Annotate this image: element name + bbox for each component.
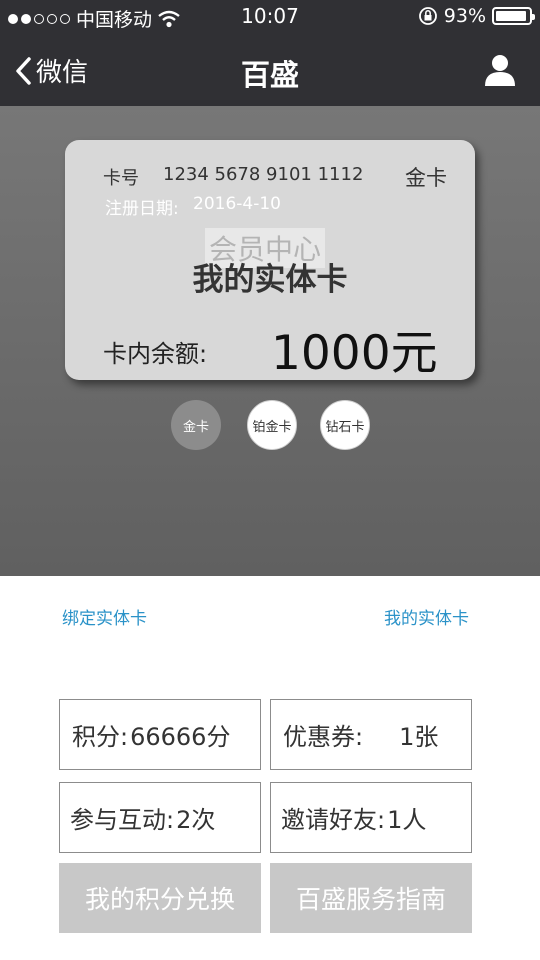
bind-card-link[interactable]: 绑定实体卡 [62, 604, 147, 629]
points-box[interactable]: 积分: 66666分 [59, 699, 261, 770]
card-level-switcher: 金卡 铂金卡 钻石卡 [0, 400, 540, 450]
rotation-lock-icon [418, 7, 437, 25]
battery-cap [532, 14, 535, 20]
card-number-label: 卡号 [103, 168, 139, 189]
card-links: 绑定实体卡 我的实体卡 [0, 604, 540, 629]
battery-fill [496, 11, 526, 21]
card-title: 我的实体卡 [192, 262, 348, 298]
nav-bar: 微信 百盛 [0, 34, 540, 106]
invites-value: 1人 [387, 806, 427, 834]
battery-icon [492, 7, 535, 25]
status-right: 93% [418, 5, 535, 27]
card-level: 金卡 [405, 166, 447, 190]
invites-label: 邀请好友: [281, 806, 386, 834]
member-card[interactable]: 卡号 1234 5678 9101 1112 金卡 注册日期: 2016-4-1… [65, 140, 475, 381]
points-value: 66666分 [130, 723, 231, 751]
battery-percent: 93% [443, 5, 486, 27]
register-date-label: 注册日期: [105, 199, 179, 219]
card-number: 1234 5678 9101 1112 [163, 164, 364, 185]
points-label: 积分: [72, 723, 129, 751]
coupons-box[interactable]: 优惠券: 1张 [270, 699, 472, 770]
invites-box[interactable]: 邀请好友: 1人 [270, 782, 472, 853]
level-gold-button[interactable]: 金卡 [171, 400, 221, 450]
level-diamond-button[interactable]: 钻石卡 [320, 400, 370, 450]
points-exchange-button[interactable]: 我的积分兑换 [59, 863, 261, 933]
user-icon[interactable] [482, 52, 518, 88]
coupons-label: 优惠券: [283, 723, 364, 751]
level-platinum-button[interactable]: 铂金卡 [247, 400, 297, 450]
balance-value: 1000元 [271, 326, 438, 381]
balance-label: 卡内余额: [103, 340, 208, 368]
coupons-value: 1张 [399, 723, 439, 751]
member-card-area: 卡号 1234 5678 9101 1112 金卡 注册日期: 2016-4-1… [0, 106, 540, 576]
interactions-label: 参与互动: [70, 806, 175, 834]
register-date: 2016-4-10 [193, 194, 281, 214]
interactions-box[interactable]: 参与互动: 2次 [59, 782, 261, 853]
service-guide-button[interactable]: 百盛服务指南 [270, 863, 472, 933]
page-title: 百盛 [240, 58, 299, 92]
my-card-link[interactable]: 我的实体卡 [384, 604, 469, 629]
status-bar: 中国移动 10:07 93% [0, 0, 540, 34]
interactions-value: 2次 [176, 806, 216, 834]
